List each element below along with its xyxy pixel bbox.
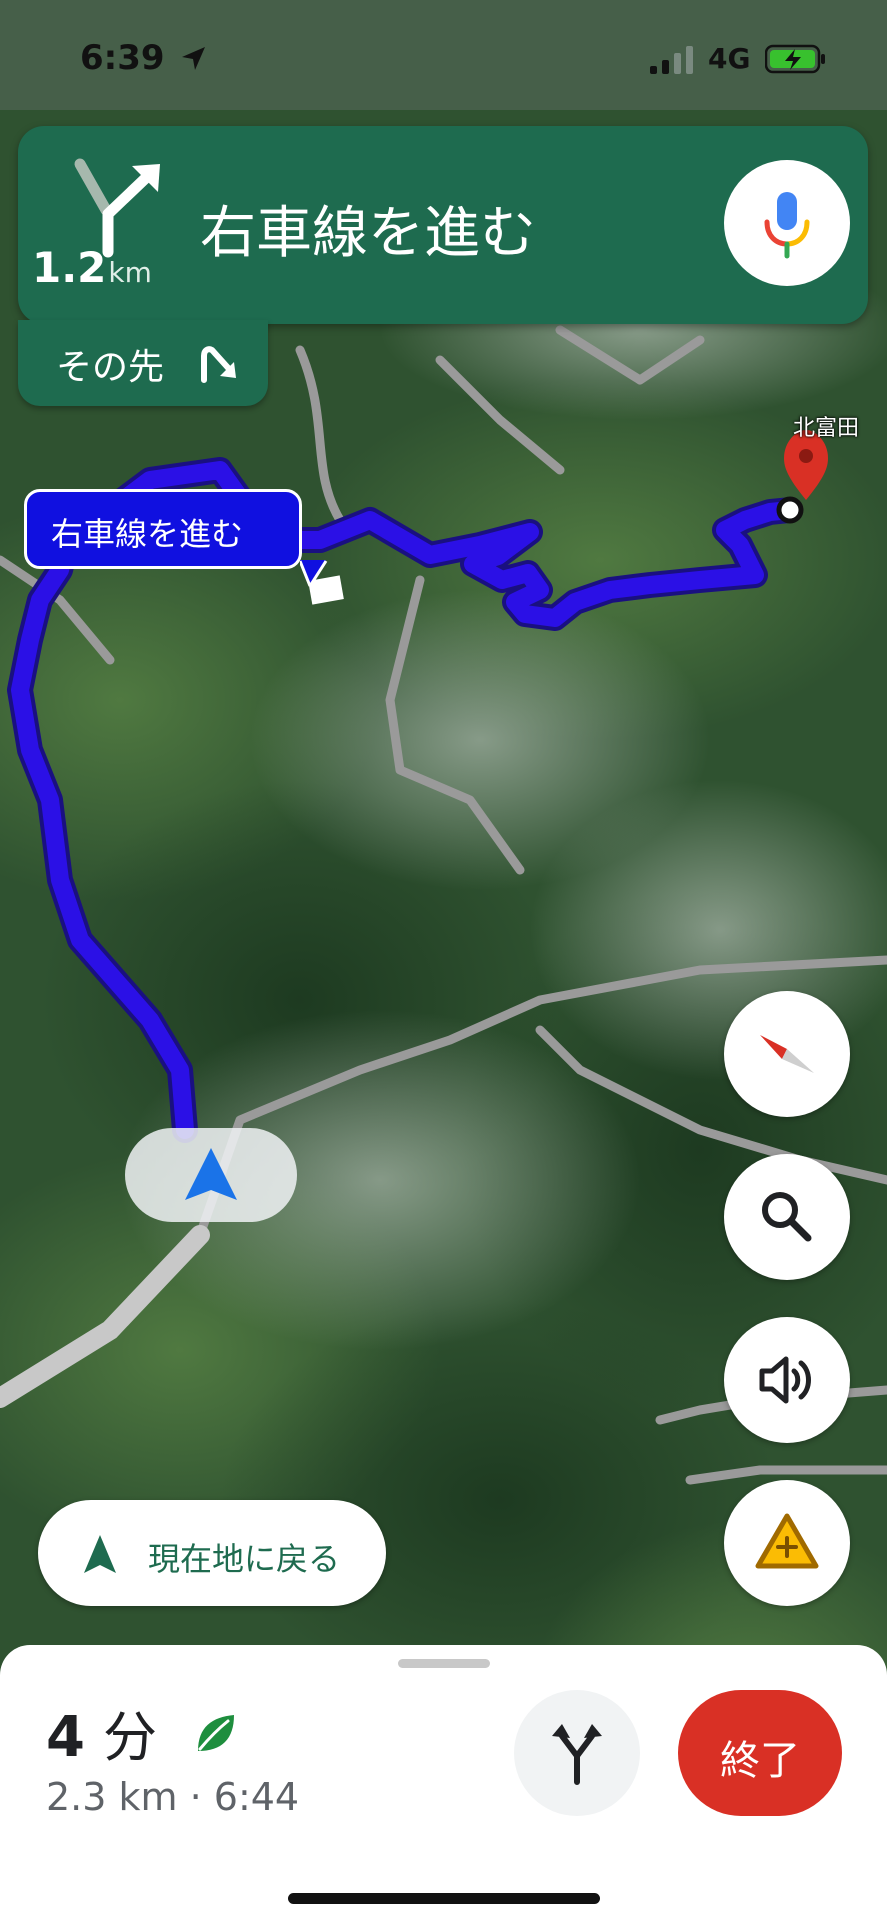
- fork-route-icon: [552, 1724, 602, 1785]
- microphone-icon: [764, 192, 810, 259]
- voice-search-button[interactable]: [724, 160, 850, 286]
- navigation-arrow-icon: [185, 1148, 237, 1200]
- route-instruction-callout: 右車線を進む: [24, 489, 302, 569]
- search-icon: [762, 1192, 812, 1242]
- callout-pointer: [300, 560, 328, 587]
- maneuver-instruction: 右車線を進む: [200, 201, 536, 266]
- status-bar: 6:39 4G: [0, 0, 887, 110]
- recenter-button[interactable]: 現在地に戻る: [38, 1500, 386, 1606]
- sheet-drag-handle[interactable]: [398, 1659, 490, 1668]
- trip-distance-arrival: 2.3 km · 6:44: [46, 1775, 300, 1819]
- sound-button[interactable]: [724, 1317, 850, 1443]
- eco-leaf-icon: [198, 1715, 234, 1751]
- then-label: その先: [56, 347, 165, 388]
- current-location-puck: [125, 1128, 297, 1222]
- distance-unit: km: [108, 256, 152, 289]
- eta-minutes-unit: 分: [102, 1706, 157, 1769]
- navigation-arrow-icon: [84, 1535, 116, 1573]
- alternate-routes-button[interactable]: [514, 1690, 640, 1816]
- destination-place-label: 北富田: [793, 416, 860, 441]
- location-arrow-icon: [182, 47, 205, 70]
- eta-duration: 4分: [46, 1693, 157, 1772]
- eta-minutes: 4: [46, 1705, 85, 1770]
- speaker-icon: [759, 1356, 811, 1404]
- report-incident-icon: [755, 1513, 819, 1569]
- exit-label: 終了: [720, 1738, 800, 1784]
- compass-button[interactable]: [724, 991, 850, 1117]
- then-next-maneuver[interactable]: その先: [18, 320, 268, 406]
- callout-text: 右車線を進む: [51, 515, 244, 553]
- battery-charging-icon: [765, 44, 825, 74]
- search-along-route-button[interactable]: [724, 1154, 850, 1280]
- maneuver-distance: 1.2km: [32, 243, 152, 292]
- report-incident-button[interactable]: [724, 1480, 850, 1606]
- trip-summary-sheet[interactable]: 4分 2.3 km · 6:44 終了: [0, 1645, 887, 1920]
- home-indicator[interactable]: [288, 1893, 600, 1904]
- exit-navigation-button[interactable]: 終了: [678, 1690, 842, 1816]
- compass-icon: [760, 1035, 814, 1073]
- recenter-label: 現在地に戻る: [148, 1540, 341, 1578]
- distance-value: 1.2: [32, 243, 107, 292]
- turn-right-down-icon: [201, 346, 236, 383]
- status-time: 6:39: [80, 38, 165, 78]
- network-type: 4G: [708, 42, 751, 75]
- signal-strength-icon: [650, 46, 693, 74]
